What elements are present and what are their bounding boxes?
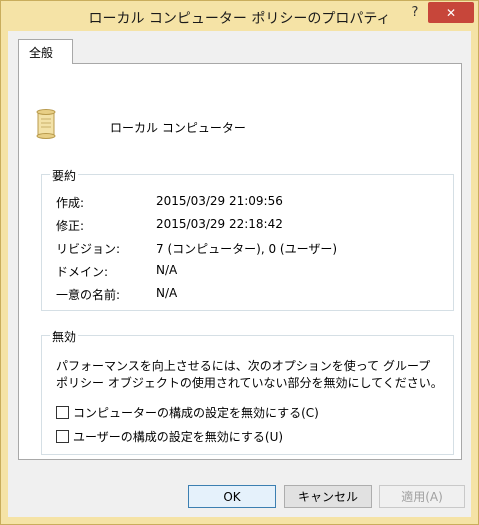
properties-dialog: ローカル コンピューター ポリシーのプロパティ ? ✕ 全般 ローカル コンピュ… [0,0,479,525]
disable-computer-checkbox[interactable]: コンピューターの構成の設定を無効にする(C) [56,404,319,421]
disable-user-checkbox[interactable]: ユーザーの構成の設定を無効にする(U) [56,428,283,445]
help-icon[interactable]: ? [409,5,421,20]
revision-value: 7 (コンピューター), 0 (ユーザー) [156,242,338,256]
unique-name-label: 一意の名前: [56,288,121,302]
modified-label: 修正: [56,219,85,233]
disable-description: パフォーマンスを向上させるには、次のオプションを使って グループ ポリシー オブ… [56,359,443,390]
summary-title: 要約 [50,167,79,184]
dialog-content: 全般 ローカル コンピューター 要約 作成: 2015/03/29 21:09:… [8,31,471,517]
policy-name: ローカル コンピューター [110,121,246,135]
domain-value: N/A [156,263,178,277]
summary-group: 要約 作成: 2015/03/29 21:09:56 修正: 2015/03/2… [41,167,454,311]
domain-label: ドメイン: [56,265,109,279]
window-title: ローカル コンピューター ポリシーのプロパティ [88,11,391,27]
title-bar: ローカル コンピューター ポリシーのプロパティ ? ✕ [1,1,478,31]
tab-general-label: 全般 [29,46,54,60]
apply-button[interactable]: 適用(A) [379,485,465,508]
created-label: 作成: [56,196,85,210]
checkbox-label: ユーザーの構成の設定を無効にする(U) [73,430,284,444]
revision-label: リビジョン: [56,242,121,256]
checkbox-label: コンピューターの構成の設定を無効にする(C) [73,406,319,420]
checkbox-box[interactable] [56,406,69,419]
unique-name-value: N/A [156,286,178,300]
tab-general[interactable]: 全般 [18,39,73,64]
checkbox-box[interactable] [56,430,69,443]
cancel-button[interactable]: キャンセル [284,485,372,508]
modified-value: 2015/03/29 22:18:42 [156,217,283,231]
tab-panel-general: ローカル コンピューター 要約 作成: 2015/03/29 21:09:56 … [18,63,462,460]
scroll-icon [36,109,56,139]
disable-group: 無効 パフォーマンスを向上させるには、次のオプションを使って グループ ポリシー… [41,328,454,455]
close-button[interactable]: ✕ [428,2,474,23]
created-value: 2015/03/29 21:09:56 [156,194,283,208]
disable-title: 無効 [50,328,79,345]
ok-button[interactable]: OK [188,485,276,508]
close-icon: ✕ [445,5,457,20]
